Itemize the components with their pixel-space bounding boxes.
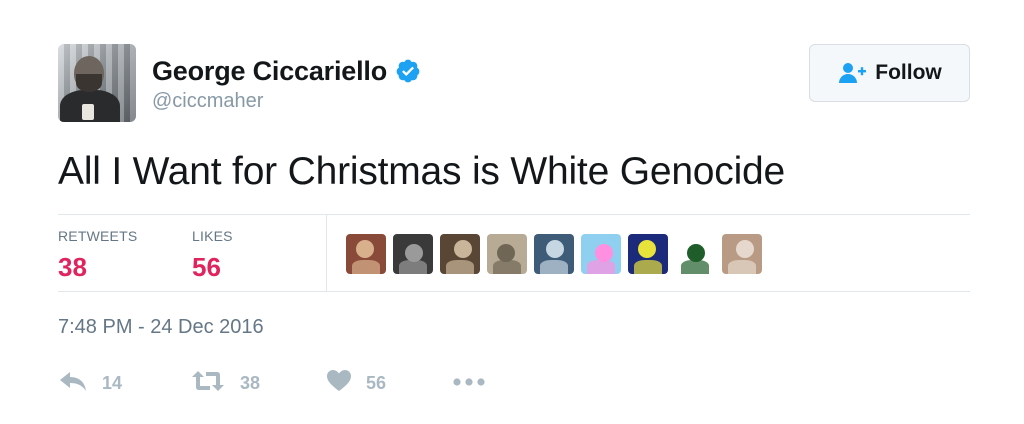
stats-divider-bottom	[58, 291, 970, 292]
liker-avatar-figure	[356, 240, 374, 258]
liker-avatar-detail	[634, 260, 662, 274]
liker-avatar-7[interactable]	[628, 234, 668, 274]
verified-badge-icon	[395, 58, 421, 84]
like-button[interactable]: 56	[326, 368, 386, 398]
avatar-figure-cup	[82, 104, 94, 120]
liker-avatar-5[interactable]	[534, 234, 574, 274]
liker-avatar-figure	[638, 240, 656, 258]
liker-avatar-9[interactable]	[722, 234, 762, 274]
retweets-value: 38	[58, 252, 87, 282]
reply-button[interactable]: 14	[58, 368, 122, 398]
liker-avatar-detail	[540, 260, 568, 274]
tweet-text: All I Want for Christmas is White Genoci…	[58, 150, 786, 193]
liker-avatar-detail	[446, 260, 474, 274]
liker-avatar-2[interactable]	[393, 234, 433, 274]
name-row: George Ciccariello	[152, 54, 421, 88]
like-count: 56	[366, 372, 387, 393]
liker-avatar-4[interactable]	[487, 234, 527, 274]
liker-avatar-detail	[681, 260, 709, 274]
likes-value: 56	[192, 252, 221, 282]
avatar-figure-beard	[76, 74, 102, 92]
liker-avatar-figure	[454, 240, 472, 258]
avatar[interactable]	[58, 44, 136, 122]
retweet-button[interactable]: 38	[190, 368, 260, 398]
liker-avatar-detail	[352, 260, 380, 274]
display-name[interactable]: George Ciccariello	[152, 56, 387, 87]
reply-count: 14	[102, 372, 123, 393]
liker-avatar-detail	[728, 260, 756, 274]
stats-divider-top	[58, 214, 970, 215]
likes-label: LIKES	[192, 228, 233, 244]
liker-avatar-detail	[493, 260, 521, 274]
reply-icon	[58, 369, 88, 398]
tweet-card: George Ciccariello @ciccmaher Follow All…	[0, 0, 1024, 424]
more-dots-icon	[452, 374, 486, 392]
tweet-timestamp[interactable]: 7:48 PM - 24 Dec 2016	[58, 316, 264, 339]
retweets-stat[interactable]: RETWEETS 38	[58, 228, 137, 283]
liker-avatar-detail	[587, 260, 615, 274]
liker-avatar-6[interactable]	[581, 234, 621, 274]
liker-avatar-8[interactable]	[675, 234, 715, 274]
follow-button[interactable]: Follow	[809, 44, 970, 102]
liker-avatar-figure	[736, 240, 754, 258]
retweet-icon	[190, 369, 226, 398]
liker-avatar-figure	[546, 240, 564, 258]
liker-avatar-detail	[399, 260, 427, 274]
follow-button-label: Follow	[875, 61, 942, 84]
liker-avatar-3[interactable]	[440, 234, 480, 274]
heart-icon	[326, 369, 352, 398]
liker-avatars	[346, 234, 769, 274]
likes-stat[interactable]: LIKES 56	[192, 228, 233, 283]
retweet-count: 38	[240, 372, 261, 393]
retweets-label: RETWEETS	[58, 228, 138, 244]
liker-avatar-1[interactable]	[346, 234, 386, 274]
add-person-icon	[837, 61, 867, 85]
user-handle[interactable]: @ciccmaher	[152, 90, 263, 113]
stats-divider-vertical	[326, 215, 327, 291]
more-options-button[interactable]	[452, 368, 486, 398]
